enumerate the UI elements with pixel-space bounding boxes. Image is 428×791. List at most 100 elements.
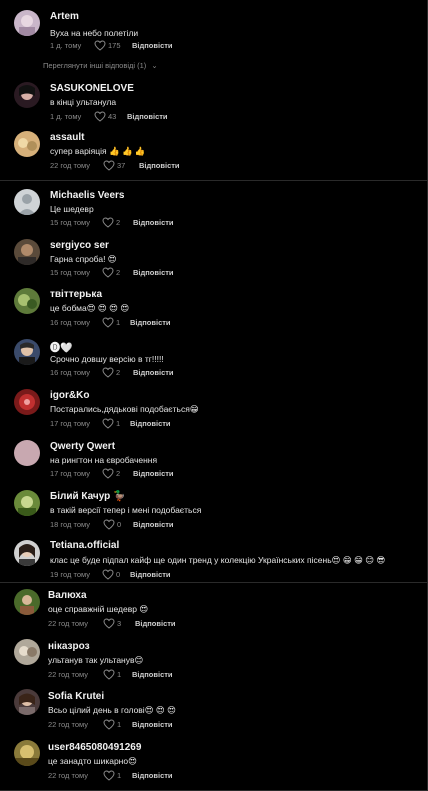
heart-icon[interactable] <box>102 569 114 580</box>
comment-text: Вуха на небо полетіли <box>50 28 139 38</box>
reply-button[interactable]: Відповісти <box>133 469 174 478</box>
timestamp: 17 год тому <box>50 419 90 428</box>
comment-item: Tetiana.official клас це буде підпал кай… <box>0 536 427 586</box>
heart-icon[interactable] <box>103 719 115 730</box>
comment-item: igor&Ko Постарались,дядькові подобається… <box>0 385 427 435</box>
avatar[interactable] <box>14 490 40 516</box>
username[interactable]: 🅓🤍 <box>50 339 72 354</box>
reply-button[interactable]: Відповісти <box>130 318 171 327</box>
comment-text: Постарались,дядькові подобається😁 <box>50 404 199 414</box>
reply-button[interactable]: Відповісти <box>132 41 173 50</box>
reply-button[interactable]: Відповісти <box>133 520 174 529</box>
heart-icon[interactable] <box>103 160 115 171</box>
timestamp: 22 год тому <box>48 670 88 679</box>
comment-item: 🅓🤍 Срочно довшу версію в тг!!!!! 16 год … <box>0 335 427 385</box>
reply-button[interactable]: Відповісти <box>133 368 174 377</box>
reply-button[interactable]: Відповісти <box>130 419 171 428</box>
reply-button[interactable]: Відповісти <box>133 218 174 227</box>
comment-item: SASUKONELOVE в кінці ультанула 1 д. тому… <box>0 78 427 128</box>
comment-text: Всьо цілий день в голові😍 😍 😍 <box>48 705 177 715</box>
heart-icon[interactable] <box>103 519 115 530</box>
reply-button[interactable]: Відповісти <box>130 570 171 579</box>
heart-icon[interactable] <box>102 317 114 328</box>
heart-icon[interactable] <box>102 367 114 378</box>
timestamp: 22 год тому <box>48 619 88 628</box>
avatar[interactable] <box>14 589 40 615</box>
avatar[interactable] <box>14 239 40 265</box>
divider <box>0 180 428 181</box>
like-count: 37 <box>117 161 126 170</box>
avatar[interactable] <box>14 689 40 715</box>
comment-text: Срочно довшу версію в тг!!!!! <box>50 354 164 364</box>
avatar[interactable] <box>14 639 40 665</box>
like-count: 175 <box>108 41 121 50</box>
username[interactable]: Tetiana.official <box>50 540 119 551</box>
view-more-replies[interactable]: Переглянути інші відповіді (1) ⌄ <box>43 61 158 70</box>
reply-button[interactable]: Відповісти <box>139 161 180 170</box>
heart-icon[interactable] <box>102 217 114 228</box>
comment-text: це бобма😍 😍 😍 😍 <box>50 303 130 313</box>
username[interactable]: Валюха <box>48 590 87 601</box>
reply-button[interactable]: Відповісти <box>133 268 174 277</box>
username[interactable]: ніказроз <box>48 641 90 652</box>
comment-text: це занадто шикарно😍 <box>48 756 137 766</box>
avatar[interactable] <box>14 339 40 365</box>
avatar[interactable] <box>14 288 40 314</box>
timestamp: 15 год тому <box>50 218 90 227</box>
avatar[interactable] <box>14 389 40 415</box>
avatar[interactable] <box>14 131 40 157</box>
comment-text: Це шедевр <box>50 204 94 214</box>
avatar[interactable] <box>14 189 40 215</box>
username[interactable]: Artem <box>50 11 79 22</box>
timestamp: 16 год тому <box>50 368 90 377</box>
heart-icon[interactable] <box>102 418 114 429</box>
comment-item: Artem Вуха на небо полетіли 1 д. тому 17… <box>0 6 427 56</box>
comment-text: клас це буде підпал кайф ще один тренд у… <box>50 555 386 565</box>
username[interactable]: sergiyco ser <box>50 240 109 251</box>
heart-icon[interactable] <box>103 618 115 629</box>
avatar[interactable] <box>14 82 40 108</box>
heart-icon[interactable] <box>94 111 106 122</box>
timestamp: 22 год тому <box>48 720 88 729</box>
comment-item: Валюха оце справжній шедевр 😍 22 год том… <box>0 587 427 637</box>
heart-icon[interactable] <box>94 40 106 51</box>
heart-icon[interactable] <box>102 468 114 479</box>
username[interactable]: user8465080491269 <box>48 742 141 753</box>
timestamp: 18 год тому <box>50 520 90 529</box>
comment-item: Білий Качур 🦆 в такій версії тепер і мен… <box>0 486 427 536</box>
chevron-down-icon: ⌄ <box>151 61 158 70</box>
reply-button[interactable]: Відповісти <box>132 720 173 729</box>
avatar[interactable] <box>14 740 40 766</box>
like-count: 3 <box>117 619 122 628</box>
username[interactable]: Sofia Krutei <box>48 691 104 702</box>
username[interactable]: твіттерька <box>50 289 102 300</box>
reply-button[interactable]: Відповісти <box>135 619 176 628</box>
reply-button[interactable]: Відповісти <box>132 670 173 679</box>
heart-icon[interactable] <box>103 770 115 781</box>
avatar[interactable] <box>14 10 40 36</box>
timestamp: 17 год тому <box>50 469 90 478</box>
avatar[interactable] <box>14 540 40 566</box>
username[interactable]: igor&Ko <box>50 390 89 401</box>
username[interactable]: Qwerty Qwert <box>50 441 115 452</box>
username[interactable]: SASUKONELOVE <box>50 83 134 94</box>
like-count: 43 <box>108 112 117 121</box>
comment-text: супер варіяція 👍 👍 👍 <box>50 146 146 156</box>
heart-icon[interactable] <box>103 669 115 680</box>
like-count: 1 <box>116 318 121 327</box>
username[interactable]: Білий Качур 🦆 <box>50 491 126 502</box>
username[interactable]: Michaelis Veers <box>50 190 125 201</box>
username[interactable]: assault <box>50 132 84 143</box>
like-count: 1 <box>117 720 122 729</box>
comment-item: sergiyco ser Гарна спроба! 😍 15 год тому… <box>0 235 427 285</box>
like-count: 1 <box>117 670 122 679</box>
comment-item: user8465080491269 це занадто шикарно😍 22… <box>0 738 427 788</box>
reply-button[interactable]: Відповісти <box>132 771 173 780</box>
comment-text: ультанув так ультанув😊 <box>48 655 144 665</box>
avatar[interactable] <box>14 440 40 466</box>
timestamp: 1 д. тому <box>50 112 82 121</box>
heart-icon[interactable] <box>102 267 114 278</box>
like-count: 2 <box>116 218 121 227</box>
reply-button[interactable]: Відповісти <box>127 112 168 121</box>
comment-text: в такій версії тепер і мені подобається <box>50 505 202 515</box>
